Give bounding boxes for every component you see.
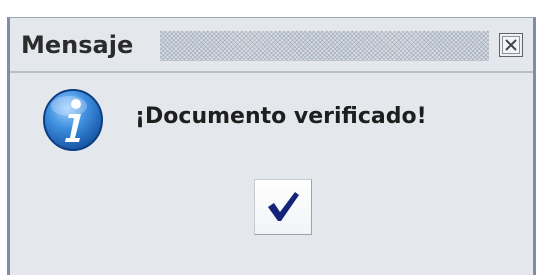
screen: Mensaje ¡Documento verificado! (0, 0, 540, 275)
dialog-titlebar[interactable]: Mensaje (10, 18, 533, 73)
information-icon (43, 89, 103, 151)
close-button[interactable] (499, 33, 523, 57)
dialog-message: ¡Documento verificado! (135, 104, 427, 129)
message-dialog: Mensaje ¡Documento verificado! (7, 17, 536, 275)
dialog-body: ¡Documento verificado! (10, 73, 533, 274)
checkmark-icon (268, 192, 299, 221)
titlebar-texture (160, 31, 489, 61)
confirm-button[interactable] (254, 179, 312, 235)
close-icon (502, 36, 520, 54)
dialog-title: Mensaje (21, 30, 138, 60)
